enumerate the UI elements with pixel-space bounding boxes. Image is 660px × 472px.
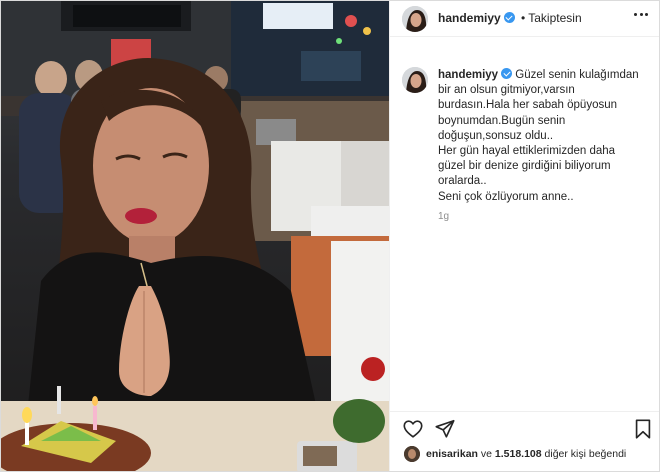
caption-username[interactable]: handemiyy — [438, 69, 498, 81]
liker-avatar-image — [404, 446, 420, 462]
header-separator: • — [521, 11, 526, 25]
avatar[interactable] — [402, 6, 428, 32]
caption-line: Güzel senin kulağımdan — [515, 69, 639, 81]
caption-line: burdasın.Hala her sabah öpüyosun — [438, 99, 618, 112]
caption-line: Seni çok özlüyorum anne.. — [438, 190, 574, 203]
post-photo[interactable] — [1, 1, 389, 471]
verified-badge-icon — [501, 68, 513, 79]
heart-icon[interactable] — [402, 418, 424, 440]
avatar-image — [402, 6, 428, 32]
share-icon[interactable] — [434, 418, 456, 440]
caption-line: boynumdan.Bugün senin — [438, 114, 566, 127]
liker-avatar[interactable] — [404, 446, 420, 462]
verified-badge-icon — [503, 12, 515, 23]
follow-status[interactable]: Takiptesin — [528, 11, 581, 25]
likes-row: enisarikan ve 1.518.108 diğer kişi beğen… — [390, 442, 659, 468]
caption-line: Her gün hayal ettiklerimizden daha — [438, 145, 616, 158]
likes-text: enisarikan ve 1.518.108 diğer kişi beğen… — [426, 448, 626, 460]
post-time[interactable]: 1g — [438, 211, 449, 222]
more-options-icon[interactable] — [634, 13, 648, 17]
header-username[interactable]: handemiyy — [438, 11, 501, 25]
avatar-image — [402, 67, 428, 93]
post-header: handemiyy • Takiptesin — [390, 1, 659, 37]
likes-suffix: diğer kişi beğendi — [544, 448, 627, 460]
caption-line: bir an olsun gitmiyor,varsın — [438, 84, 575, 97]
likes-count[interactable]: 1.518.108 — [495, 448, 542, 460]
caption-line: doğuşun,sonsuz oldu.. — [438, 129, 554, 142]
likes-and: ve — [480, 448, 492, 460]
caption-line: oralarda.. — [438, 175, 487, 188]
post-caption: handemiyy Güzel senin kulağımdan bir an … — [438, 68, 654, 205]
avatar[interactable] — [402, 67, 428, 93]
birthday-photo-illustration — [1, 1, 389, 471]
liker-username[interactable]: enisarikan — [426, 448, 478, 460]
caption-line: güzel bir denize girdiğini biliyorum — [438, 160, 611, 173]
action-bar — [390, 411, 659, 443]
header-username-row: handemiyy • Takiptesin — [438, 11, 582, 25]
instagram-post: handemiyy • Takiptesin handemiyy Güzel se… — [0, 0, 660, 472]
post-side-panel: handemiyy • Takiptesin handemiyy Güzel se… — [389, 1, 659, 471]
bookmark-icon[interactable] — [632, 418, 654, 440]
